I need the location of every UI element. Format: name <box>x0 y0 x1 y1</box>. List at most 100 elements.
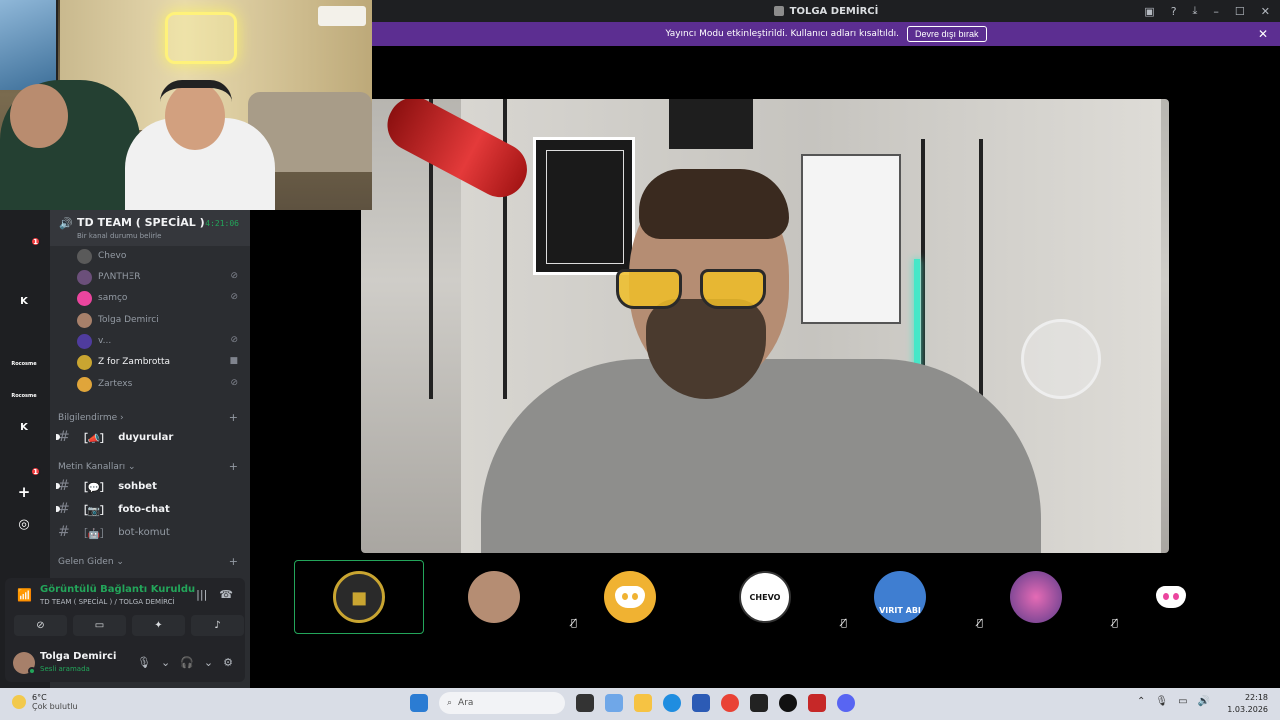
discord-avatar-yellow <box>604 571 656 623</box>
category-bilgilendirme[interactable]: Bilgilendirme › <box>58 413 124 423</box>
server-icon-1[interactable]: 1 <box>10 216 41 247</box>
soundboard-button[interactable]: ♪ <box>191 615 244 636</box>
facecam-person-left-head <box>10 84 68 148</box>
start-icon[interactable] <box>410 694 428 712</box>
add-server-button[interactable]: + <box>10 478 38 506</box>
obs-icon[interactable] <box>779 694 797 712</box>
search-icon: ⌕ <box>447 698 453 708</box>
channel-emoji: ［💬］ <box>77 482 111 494</box>
user-name[interactable]: Tolga Demirci <box>40 651 116 662</box>
channel-bot-komut[interactable]: # ［🤖］ bot-komut <box>58 523 170 541</box>
add-channel-icon[interactable]: + <box>229 460 238 473</box>
voice-member[interactable]: Z for Zambrotta <box>77 353 170 371</box>
signal-icon[interactable]: 📶 <box>17 588 32 602</box>
help-icon[interactable]: ? <box>1171 5 1177 18</box>
channel-status-placeholder[interactable]: Bir kanal durumu belirle <box>77 232 161 240</box>
mute-icon: 🎙̸ <box>841 618 848 629</box>
screen-share-button[interactable]: ▭ <box>73 615 126 636</box>
edge-icon[interactable] <box>663 694 681 712</box>
network-icon[interactable]: ▭ <box>1178 696 1187 707</box>
member-name: v... <box>98 336 112 346</box>
category-metin-kanallari[interactable]: Metin Kanalları ⌄ <box>58 462 136 472</box>
store-icon[interactable] <box>692 694 710 712</box>
task-view-icon[interactable] <box>576 694 594 712</box>
chevron-up-icon[interactable]: ⌃ <box>1137 696 1145 707</box>
chevron-down-icon[interactable]: ⌄ <box>161 656 170 669</box>
video-person-glasses <box>616 269 776 313</box>
avatar <box>77 290 92 306</box>
search-box[interactable]: ⌕ Ara <box>439 692 565 714</box>
disable-streamer-mode-button[interactable]: Devre dışı bırak <box>907 26 987 42</box>
disconnect-icon[interactable]: ☎ <box>219 588 233 601</box>
screen-share-icon[interactable]: ▣ <box>1144 5 1154 18</box>
maximize-button[interactable]: ☐ <box>1235 5 1245 18</box>
voice-channel-name[interactable]: TD TEAM ( SPECİAL ) <box>77 216 205 229</box>
category-gelen-giden[interactable]: Gelen Giden ⌄ <box>58 557 124 567</box>
participant-tile-panther[interactable]: 🎙̸ <box>971 560 1101 634</box>
chevron-down-icon[interactable]: ⌄ <box>204 656 213 669</box>
activities-button[interactable]: ✦ <box>132 615 185 636</box>
voice-member[interactable]: Zartexs <box>77 375 132 393</box>
camera-icon: ◼ <box>350 585 368 609</box>
main-video-stream[interactable] <box>361 99 1169 553</box>
app-icon[interactable] <box>750 694 768 712</box>
channel-sohbet[interactable]: # ［💬］ sohbet <box>56 477 157 495</box>
facecam-neon-sign <box>165 12 237 64</box>
window-title: TOLGA DEMİRCİ <box>773 5 879 17</box>
notification-badge: 1 <box>30 236 41 247</box>
voice-member[interactable]: Tolga Demirci <box>77 311 159 329</box>
banner-close-icon[interactable]: ✕ <box>1258 27 1268 41</box>
facecam-air-conditioner <box>318 6 366 26</box>
app-icon[interactable] <box>808 694 826 712</box>
server-icon-2[interactable] <box>10 252 38 280</box>
server-label: Rocosme <box>11 393 37 399</box>
channel-foto-chat[interactable]: # ［📷］ foto-chat <box>56 500 170 518</box>
chevo-logo-text: CHEVO <box>749 592 781 602</box>
server-icon-8[interactable]: 1 <box>10 446 41 477</box>
widgets-icon[interactable] <box>605 694 623 712</box>
clock[interactable]: 22:18 1.03.2026 <box>1227 692 1268 716</box>
camera-off-button[interactable]: ⊘ <box>14 615 67 636</box>
participant-tile-discord-yellow[interactable]: 🎙̸ <box>565 560 695 634</box>
window-title-text: TOLGA DEMİRCİ <box>789 5 879 17</box>
channel-duyurular[interactable]: # ［📣］ duyurular <box>56 428 173 446</box>
server-icon-7[interactable]: K <box>10 413 38 441</box>
voice-channel-header[interactable]: 🔊 TD TEAM ( SPECİAL ) Bir kanal durumu b… <box>50 210 250 246</box>
participant-tile-chevo[interactable]: CHEVO <box>700 560 830 634</box>
user-controls: 🎙 ⌄ 🎧 ⌄ ⚙ <box>137 656 233 669</box>
server-icon-6[interactable]: Rocosme <box>10 382 38 410</box>
volume-icon[interactable]: 🔊 <box>1198 696 1210 707</box>
voice-member[interactable]: v... <box>77 332 111 350</box>
microphone-icon[interactable]: 🎙 <box>137 656 151 669</box>
download-icon[interactable]: ⤓ <box>1193 4 1198 18</box>
discord-logo-icon <box>1156 586 1186 608</box>
server-label: K <box>20 421 28 433</box>
chrome-icon[interactable] <box>721 694 739 712</box>
voice-member[interactable]: samço <box>77 289 127 307</box>
server-icon-5[interactable]: Rocosme <box>10 350 38 378</box>
voice-member[interactable]: Chevo <box>77 247 126 265</box>
member-name: Z for Zambrotta <box>98 357 171 367</box>
connection-status[interactable]: Görüntülü Bağlantı Kuruldu <box>40 584 195 595</box>
video-person-body <box>481 359 1041 553</box>
discover-servers-button[interactable]: ◎ <box>10 510 38 538</box>
headphones-icon[interactable]: 🎧 <box>180 656 194 669</box>
gear-icon[interactable]: ⚙ <box>223 656 233 669</box>
participant-tile-discord-pink[interactable]: 🎙̸ <box>1106 560 1236 634</box>
add-channel-icon[interactable]: + <box>229 555 238 568</box>
participant-tile-virit[interactable]: VIRIT ABI 🎙̸ <box>835 560 965 634</box>
file-explorer-icon[interactable] <box>634 694 652 712</box>
noise-suppression-icon[interactable]: ||| <box>196 588 207 601</box>
video-person-hair <box>639 169 789 239</box>
close-window-button[interactable]: ✕ <box>1261 5 1270 18</box>
discord-icon[interactable] <box>837 694 855 712</box>
weather-widget[interactable]: 6°C Çok bulutlu <box>12 693 78 711</box>
server-icon-3[interactable]: K <box>10 287 38 315</box>
voice-member[interactable]: PΛNTHΞR <box>77 268 141 286</box>
add-channel-icon[interactable]: + <box>229 411 238 424</box>
participant-tile-zambrotta[interactable]: ◼ <box>294 560 424 634</box>
microphone-icon[interactable]: 🎙 <box>1155 696 1168 707</box>
server-icon-4[interactable] <box>10 318 38 346</box>
minimize-button[interactable]: – <box>1213 5 1219 18</box>
participant-tile-tolga[interactable] <box>429 560 559 634</box>
